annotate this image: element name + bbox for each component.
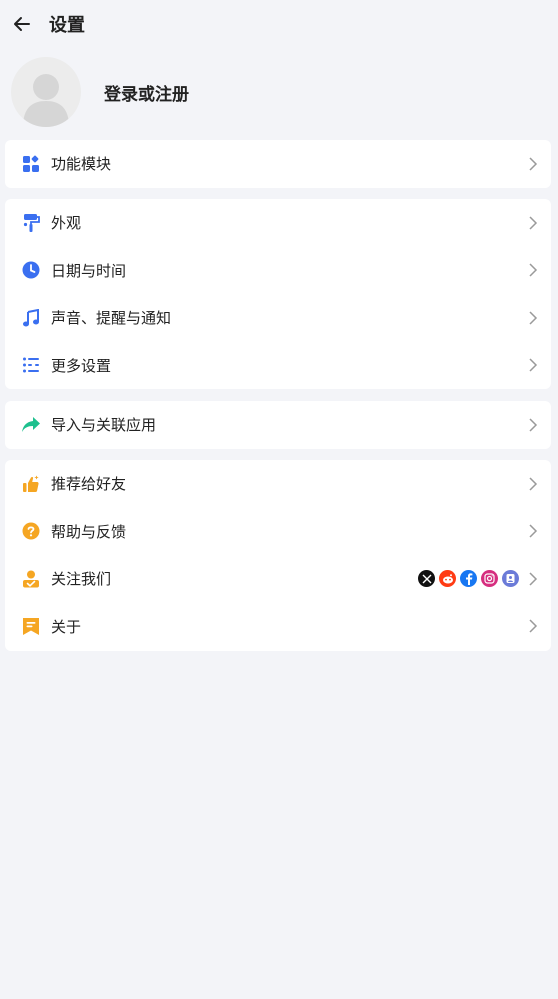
- row-label: 推荐给好友: [51, 475, 127, 494]
- user-check-icon: [21, 569, 41, 589]
- row-more-settings[interactable]: 更多设置: [5, 342, 551, 390]
- row-label: 日期与时间: [51, 261, 127, 280]
- paint-roller-icon: [21, 213, 41, 233]
- instagram-icon: [481, 570, 498, 588]
- row-import-linked-apps[interactable]: 导入与关联应用: [5, 401, 551, 449]
- discord-icon: [502, 570, 519, 588]
- row-date-time[interactable]: 日期与时间: [5, 247, 551, 295]
- clock-icon: [21, 260, 41, 280]
- settings-group-features: 功能模块: [5, 140, 551, 188]
- row-recommend-friends[interactable]: 推荐给好友: [5, 460, 551, 508]
- chevron-right-icon: [525, 417, 541, 433]
- chevron-right-icon: [525, 215, 541, 231]
- row-label: 导入与关联应用: [51, 416, 157, 435]
- page-title: 设置: [49, 15, 85, 36]
- user-avatar-icon: [11, 57, 81, 127]
- row-label: 声音、提醒与通知: [51, 309, 172, 328]
- chevron-right-icon: [525, 476, 541, 492]
- thumbs-up-icon: [21, 474, 41, 494]
- row-label: 帮助与反馈: [51, 522, 127, 541]
- chevron-right-icon: [525, 523, 541, 539]
- row-label: 功能模块: [51, 155, 112, 174]
- row-follow-us[interactable]: 关注我们: [5, 555, 551, 603]
- reddit-icon: [439, 570, 456, 588]
- chevron-right-icon: [525, 310, 541, 326]
- social-icons: [414, 570, 519, 588]
- row-sound-notifications[interactable]: 声音、提醒与通知: [5, 294, 551, 342]
- top-bar: 设置: [0, 0, 558, 48]
- row-label: 关注我们: [51, 570, 112, 589]
- settings-group-import: 导入与关联应用: [5, 401, 551, 449]
- music-note-icon: [21, 308, 41, 328]
- row-label: 更多设置: [51, 356, 112, 375]
- row-label: 外观: [51, 214, 82, 233]
- settings-group-about: 推荐给好友 帮助与反馈 关注我们 关于: [5, 460, 551, 651]
- widgets-icon: [21, 154, 41, 174]
- chevron-right-icon: [525, 156, 541, 172]
- row-about[interactable]: 关于: [5, 603, 551, 651]
- settings-group-general: 外观 日期与时间 声音、提醒与通知 更多设置: [5, 199, 551, 389]
- chevron-right-icon: [525, 357, 541, 373]
- row-label: 关于: [51, 617, 82, 636]
- share-arrow-icon: [21, 415, 41, 435]
- chevron-right-icon: [525, 262, 541, 278]
- row-feature-modules[interactable]: 功能模块: [5, 140, 551, 188]
- chevron-right-icon: [525, 618, 541, 634]
- row-help-feedback[interactable]: 帮助与反馈: [5, 508, 551, 556]
- list-settings-icon: [21, 355, 41, 375]
- facebook-icon: [460, 570, 477, 588]
- back-button[interactable]: [0, 0, 44, 48]
- note-icon: [21, 616, 41, 636]
- row-appearance[interactable]: 外观: [5, 199, 551, 247]
- login-register-label: 登录或注册: [104, 84, 189, 105]
- login-register-row[interactable]: 登录或注册: [0, 56, 558, 128]
- chevron-right-icon: [525, 571, 541, 587]
- x-twitter-icon: [418, 570, 435, 588]
- help-circle-icon: [21, 521, 41, 541]
- arrow-left-icon: [14, 17, 30, 31]
